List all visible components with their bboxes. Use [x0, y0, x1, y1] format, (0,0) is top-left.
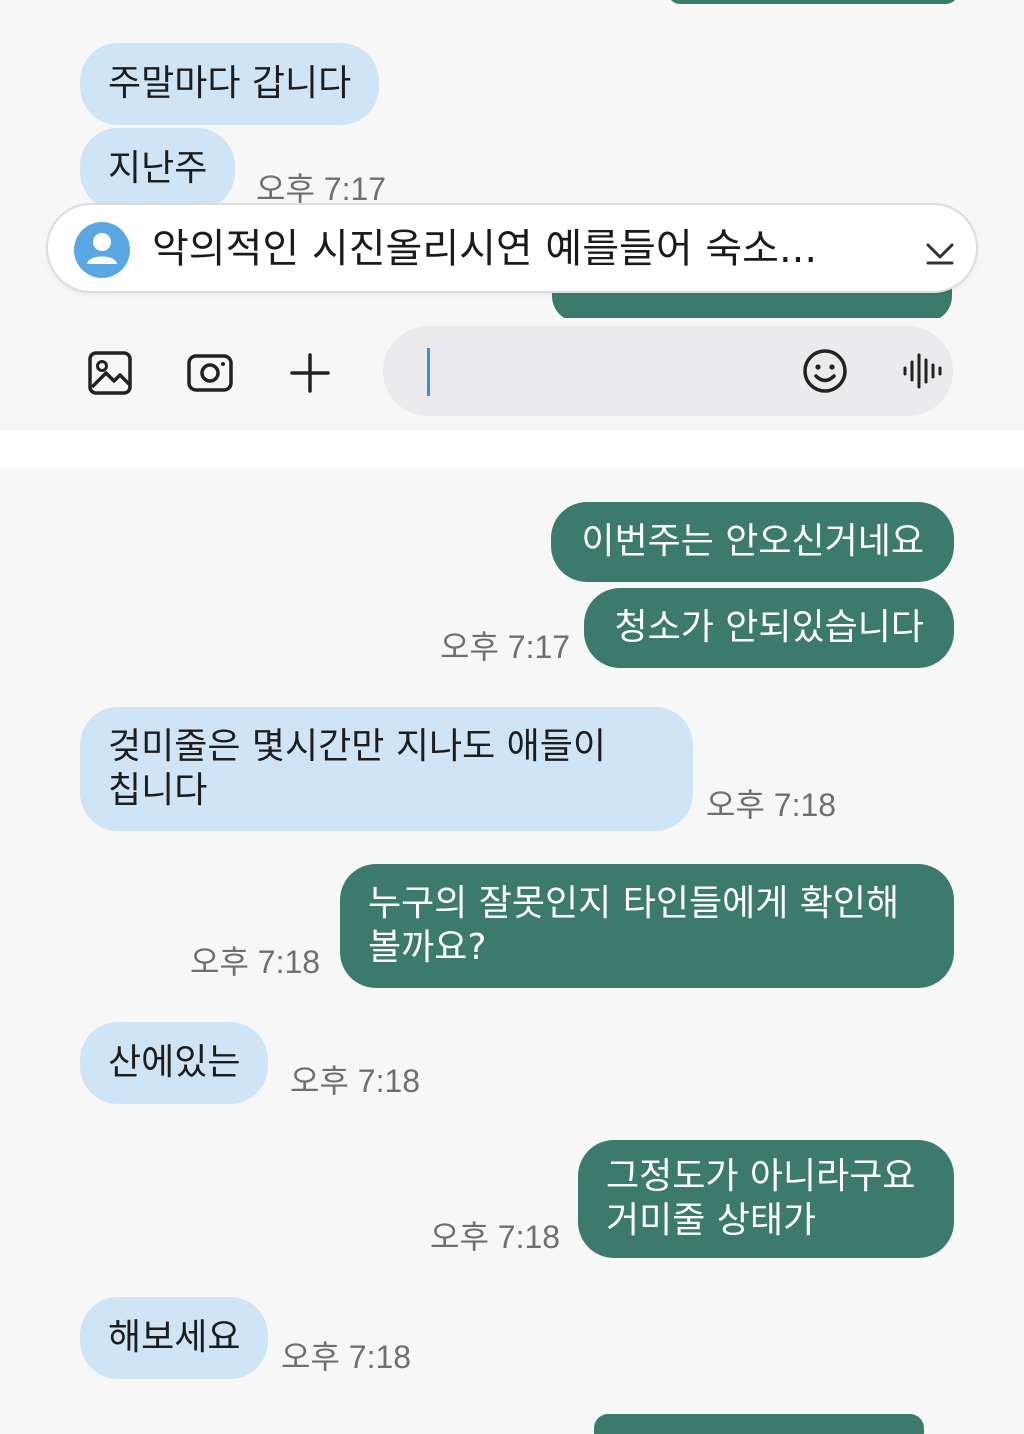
message-text: 이번주는 안오신거네요 — [581, 521, 924, 562]
outgoing-message: 청소가 안되있습니다 — [584, 588, 954, 668]
message-text-line: 볼까요? — [368, 927, 487, 968]
message-text-line: 겆미줄은 몇시간만 지나도 애들이 — [108, 726, 607, 767]
message-text: 주말마다 갑니다 — [108, 63, 352, 104]
previous-message-sliver — [668, 0, 958, 4]
incoming-message: 해보세요 — [80, 1297, 269, 1379]
screenshot-seam — [0, 430, 1024, 468]
incoming-message: 지난주 — [80, 128, 236, 210]
pinned-notice-bar[interactable]: 악의적인 시진올리시연 예를들어 숙소... — [46, 203, 978, 293]
incoming-message: 주말마다 갑니다 — [80, 43, 380, 125]
message-timestamp: 오후 7:18 — [290, 1063, 421, 1099]
message-timestamp: 오후 7:18 — [430, 1219, 561, 1255]
message-text-line: 칩니다 — [108, 770, 208, 811]
notice-text: 악의적인 시진올리시연 예를들어 숙소... — [152, 226, 818, 272]
message-text: 청소가 안되있습니다 — [614, 607, 924, 648]
person-avatar-icon — [74, 222, 130, 278]
emoji-icon[interactable] — [795, 341, 855, 401]
plus-icon[interactable] — [280, 343, 340, 403]
message-text: 지난주 — [108, 148, 208, 189]
message-text-line: 거미줄 상태가 — [606, 1200, 817, 1241]
outgoing-message: 이번주는 안오신거네요 — [551, 502, 954, 582]
message-text-line: 누구의 잘못인지 타인들에게 확인해 — [368, 883, 900, 924]
message-text: 해보세요 — [108, 1317, 241, 1358]
message-timestamp: 오후 7:18 — [281, 1339, 412, 1375]
message-text: 산에있는 — [108, 1042, 241, 1083]
message-timestamp: 오후 7:18 — [190, 944, 321, 980]
message-text-line: 그정도가 아니라구요 — [606, 1156, 916, 1197]
message-input[interactable] — [383, 326, 953, 416]
outgoing-message: 누구의 잘못인지 타인들에게 확인해 볼까요? — [340, 864, 954, 988]
gallery-icon[interactable] — [80, 343, 140, 403]
next-message-sliver — [594, 1414, 924, 1434]
voice-icon[interactable] — [893, 341, 953, 401]
incoming-message: 산에있는 — [80, 1022, 269, 1104]
camera-icon[interactable] — [180, 343, 240, 403]
incoming-message: 겆미줄은 몇시간만 지나도 애들이 칩니다 — [80, 707, 693, 831]
message-timestamp: 오후 7:18 — [706, 787, 837, 823]
chevron-down-icon[interactable] — [920, 231, 960, 271]
message-composer — [0, 318, 1024, 430]
outgoing-message: 그정도가 아니라구요 거미줄 상태가 — [578, 1140, 954, 1258]
text-cursor — [427, 348, 430, 396]
message-timestamp: 오후 7:17 — [440, 629, 571, 665]
